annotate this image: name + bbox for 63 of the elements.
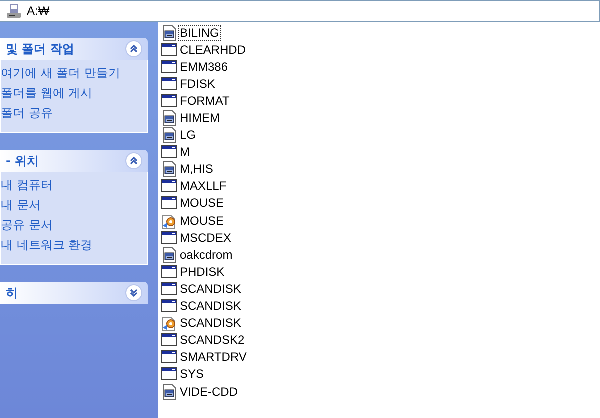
- file-name[interactable]: MOUSE: [178, 195, 226, 212]
- settings-file-icon: [161, 384, 177, 400]
- file-name[interactable]: MOUSE: [178, 212, 226, 229]
- task-link[interactable]: 공유 문서: [1, 217, 143, 234]
- task-link[interactable]: 여기에 새 폴더 만들기: [1, 65, 143, 82]
- pane-header[interactable]: 히: [0, 282, 148, 304]
- file-name[interactable]: SCANDISK: [178, 280, 244, 297]
- file-name[interactable]: SCANDISK: [178, 315, 244, 332]
- file-name[interactable]: VIDE-CDD: [178, 384, 240, 400]
- window-icon: [161, 195, 177, 212]
- task-link[interactable]: 내 문서: [1, 197, 143, 214]
- task-link[interactable]: 폴더 공유: [1, 105, 143, 122]
- drive-icon: [6, 3, 22, 19]
- window-icon: [161, 42, 177, 58]
- gear-file-icon: [161, 212, 177, 229]
- expand-icon[interactable]: [125, 284, 143, 302]
- pane-header[interactable]: 및 폴더 작업: [0, 38, 148, 60]
- window-icon: [161, 92, 177, 109]
- file-name[interactable]: EMM386: [178, 58, 230, 75]
- file-name[interactable]: BILING: [178, 24, 222, 41]
- file-name[interactable]: SCANDSK2: [178, 332, 247, 348]
- file-name[interactable]: FDISK: [178, 76, 218, 92]
- address-bar[interactable]: A:₩: [0, 0, 600, 22]
- task-link[interactable]: 내 네트워크 환경: [1, 237, 143, 254]
- window-icon: [161, 58, 177, 75]
- collapse-icon[interactable]: [125, 152, 143, 170]
- file-name[interactable]: LG: [178, 127, 198, 144]
- window-icon: [161, 298, 177, 314]
- pane-title: - 위치: [6, 152, 40, 170]
- window-icon: [161, 144, 177, 160]
- window-icon: [161, 76, 177, 92]
- pane-title: 히: [6, 284, 18, 302]
- file-name[interactable]: MSCDEX: [178, 230, 234, 246]
- file-name[interactable]: PHDISK: [178, 264, 227, 280]
- window-icon: [161, 280, 177, 297]
- settings-file-icon: [161, 110, 177, 126]
- task-link[interactable]: 내 컴퓨터: [1, 177, 143, 194]
- window-icon: [161, 178, 177, 194]
- file-name[interactable]: SYS: [178, 366, 206, 382]
- file-name[interactable]: FORMAT: [178, 92, 232, 109]
- file-name[interactable]: oakcdrom: [178, 246, 235, 263]
- pane-header[interactable]: - 위치: [0, 150, 148, 172]
- settings-file-icon: [161, 127, 177, 144]
- address-text: A:₩: [27, 4, 50, 18]
- window-icon: [161, 332, 177, 348]
- pane-title: 및 폴더 작업: [6, 40, 74, 58]
- settings-file-icon: [161, 24, 177, 41]
- file-name[interactable]: HIMEM: [178, 110, 222, 126]
- window-icon: [161, 230, 177, 246]
- file-name[interactable]: M,HIS: [178, 161, 216, 178]
- file-name[interactable]: M: [178, 144, 192, 160]
- task-link[interactable]: 폴더를 웹에 게시: [1, 85, 143, 102]
- file-name[interactable]: SMARTDRV: [178, 349, 249, 366]
- collapse-icon[interactable]: [125, 40, 143, 58]
- file-name[interactable]: CLEARHDD: [178, 42, 248, 58]
- file-name[interactable]: MAXLLF: [178, 178, 229, 194]
- file-name[interactable]: SCANDISK: [178, 298, 244, 314]
- gear-file-icon: [161, 315, 177, 332]
- window-icon: [161, 264, 177, 280]
- window-icon: [161, 366, 177, 382]
- settings-file-icon: [161, 161, 177, 178]
- window-icon: [161, 349, 177, 366]
- settings-file-icon: [161, 246, 177, 263]
